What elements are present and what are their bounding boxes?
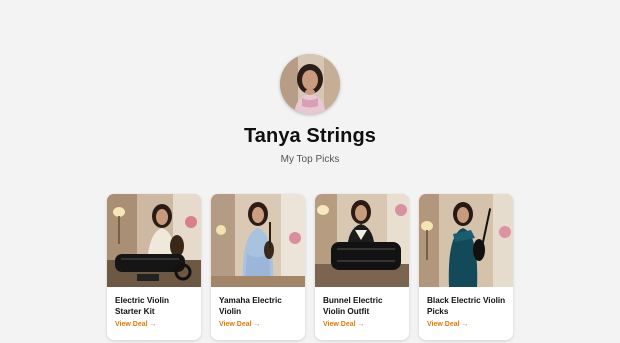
link-in-bio-page: Tanya Strings My Top Picks Electric Viol… [0,0,620,343]
card-image[interactable] [315,194,409,287]
product-card-yamaha[interactable]: Yamaha Electric Violin View Deal → [211,194,305,340]
card-image[interactable] [211,194,305,287]
bunnel-violin-outfit-photo-icon [315,194,409,287]
violin-starter-kit-photo-icon [107,194,201,287]
card-title[interactable]: Bunnel Electric Violin Outfit [323,295,405,317]
profile-name: Tanya Strings [243,125,377,147]
black-violin-photo-icon [419,194,513,287]
profile-photo-icon [280,54,340,114]
card-title[interactable]: Black Electric Violin Picks [427,295,509,317]
avatar [280,54,340,114]
view-deal-link[interactable]: View Deal → [323,321,365,328]
card-title[interactable]: Electric Violin Starter Kit [115,295,197,317]
product-card-bunnel[interactable]: Bunnel Electric Violin Outfit View Deal … [315,194,409,340]
product-cards: Electric Violin Starter Kit View Deal → [107,194,513,343]
product-card-black-violin[interactable]: Black Electric Violin Picks View Deal → [419,194,513,340]
view-deal-link[interactable]: View Deal → [115,321,157,328]
card-image[interactable] [107,194,201,287]
yamaha-violin-photo-icon [211,194,305,287]
product-card-starter-kit[interactable]: Electric Violin Starter Kit View Deal → [107,194,201,340]
view-deal-link[interactable]: View Deal → [427,321,469,328]
card-title[interactable]: Yamaha Electric Violin [219,295,301,317]
profile-subtitle: My Top Picks [280,154,340,165]
card-image[interactable] [419,194,513,287]
view-deal-link[interactable]: View Deal → [219,321,261,328]
